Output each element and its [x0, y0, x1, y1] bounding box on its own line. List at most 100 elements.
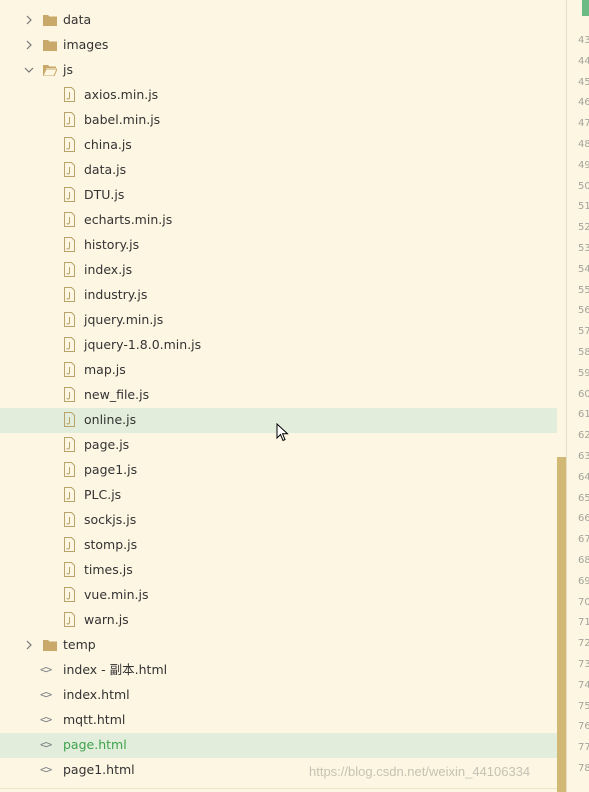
js-file-icon [64, 487, 75, 502]
js-file-icon [64, 462, 75, 477]
tree-file[interactable]: times.js [0, 558, 558, 583]
line-number: 69 [578, 575, 589, 587]
js-file-icon [64, 212, 75, 227]
line-number: 72 [578, 638, 589, 650]
tree-item-label: warn.js [84, 612, 129, 627]
tree-item-label: babel.min.js [84, 112, 161, 127]
tree-item-label: DTU.js [84, 187, 125, 202]
tree-file[interactable]: axios.min.js [0, 83, 558, 108]
js-file-icon [64, 562, 75, 577]
tree-item-label: index - 副本.html [63, 662, 168, 677]
tree-file[interactable]: jquery-1.8.0.min.js [0, 333, 558, 358]
tree-item-label: axios.min.js [84, 87, 159, 102]
file-tree: data images js axios.min.js babel.min.js c… [0, 8, 558, 783]
tree-file[interactable]: stomp.js [0, 533, 558, 558]
line-number: 48 [578, 139, 589, 150]
tree-item-label: industry.js [84, 287, 148, 302]
scrollbar-thumb[interactable] [557, 457, 566, 792]
tree-file[interactable]: <> mqtt.html [0, 708, 558, 733]
line-number: 47 [578, 118, 589, 130]
js-file-icon [64, 412, 75, 427]
tree-file[interactable]: <> index.html [0, 683, 558, 708]
js-file-icon [64, 87, 75, 102]
line-number: 45 [578, 76, 589, 88]
line-number: 49 [578, 159, 589, 171]
watermark: https://blog.csdn.net/weixin_44106334 [309, 764, 531, 779]
tree-file[interactable]: map.js [0, 358, 558, 383]
tree-item-label: map.js [84, 362, 126, 377]
tree-file[interactable]: china.js [0, 133, 558, 158]
tree-item-label: data [63, 12, 92, 27]
html-file-icon: <> [40, 738, 52, 751]
tree-file[interactable]: industry.js [0, 283, 558, 308]
folder-open-icon [43, 65, 57, 76]
tree-file[interactable]: new_file.js [0, 383, 558, 408]
tree-folder-js[interactable]: js [0, 58, 558, 83]
js-file-icon [64, 137, 75, 152]
tree-item-label: index.html [63, 687, 130, 702]
line-number: 65 [578, 492, 589, 504]
chevron-right-icon[interactable] [24, 15, 34, 25]
js-file-icon [64, 237, 75, 252]
tree-item-label: mqtt.html [63, 712, 126, 727]
js-file-icon [64, 112, 75, 127]
mouse-cursor-icon [276, 423, 289, 442]
tree-file[interactable]: warn.js [0, 608, 558, 633]
line-number: 60 [578, 388, 589, 400]
tree-item-label: page1.js [84, 462, 138, 477]
tree-file[interactable]: <> page.html [0, 733, 558, 758]
js-file-icon [64, 537, 75, 552]
folder-icon [43, 40, 57, 51]
tree-file[interactable]: sockjs.js [0, 508, 558, 533]
html-file-icon: <> [40, 763, 52, 776]
tree-item-label: stomp.js [84, 537, 138, 552]
tree-file[interactable]: page1.js [0, 458, 558, 483]
line-number: 75 [578, 700, 589, 712]
tree-item-label: temp [63, 637, 96, 652]
chevron-right-icon[interactable] [24, 640, 34, 650]
tree-item-label: page.html [63, 737, 127, 752]
divider [0, 788, 558, 789]
tree-item-label: jquery-1.8.0.min.js [84, 337, 202, 352]
tree-item-label: page1.html [63, 762, 135, 777]
js-file-icon [64, 162, 75, 177]
tree-file[interactable]: babel.min.js [0, 108, 558, 133]
tree-item-label: history.js [84, 237, 140, 252]
line-number: 74 [578, 679, 589, 691]
tree-item-label: data.js [84, 162, 127, 177]
tree-file[interactable]: vue.min.js [0, 583, 558, 608]
line-number: 76 [578, 721, 589, 733]
tree-file[interactable]: jquery.min.js [0, 308, 558, 333]
tree-file[interactable]: data.js [0, 158, 558, 183]
line-number: 51 [578, 201, 589, 213]
line-number: 52 [578, 222, 589, 234]
line-number: 44 [578, 55, 589, 67]
line-number: 58 [578, 347, 589, 358]
line-number: 71 [578, 617, 589, 629]
tree-file[interactable]: echarts.min.js [0, 208, 558, 233]
line-number: 73 [578, 659, 589, 670]
chevron-right-icon[interactable] [24, 40, 34, 50]
tree-file[interactable]: history.js [0, 233, 558, 258]
tree-item-label: times.js [84, 562, 133, 577]
tree-folder-data[interactable]: data [0, 8, 558, 33]
tree-item-label: china.js [84, 137, 132, 152]
folder-icon [43, 15, 57, 26]
tree-file[interactable]: DTU.js [0, 183, 558, 208]
tree-file[interactable]: <> index - 副本.html [0, 658, 558, 683]
tree-file[interactable]: index.js [0, 258, 558, 283]
html-file-icon: <> [40, 688, 52, 701]
js-file-icon [64, 337, 75, 352]
tree-file[interactable]: PLC.js [0, 483, 558, 508]
js-file-icon [64, 437, 75, 452]
editor-change-marker [582, 0, 589, 16]
line-number: 70 [578, 596, 589, 608]
tree-folder-temp[interactable]: temp [0, 633, 558, 658]
line-number: 57 [578, 326, 589, 338]
tree-folder-images[interactable]: images [0, 33, 558, 58]
chevron-down-icon[interactable] [24, 65, 34, 75]
tree-item-label: index.js [84, 262, 133, 277]
tree-item-label: new_file.js [84, 387, 150, 402]
js-file-icon [64, 312, 75, 327]
line-number: 59 [578, 367, 589, 379]
